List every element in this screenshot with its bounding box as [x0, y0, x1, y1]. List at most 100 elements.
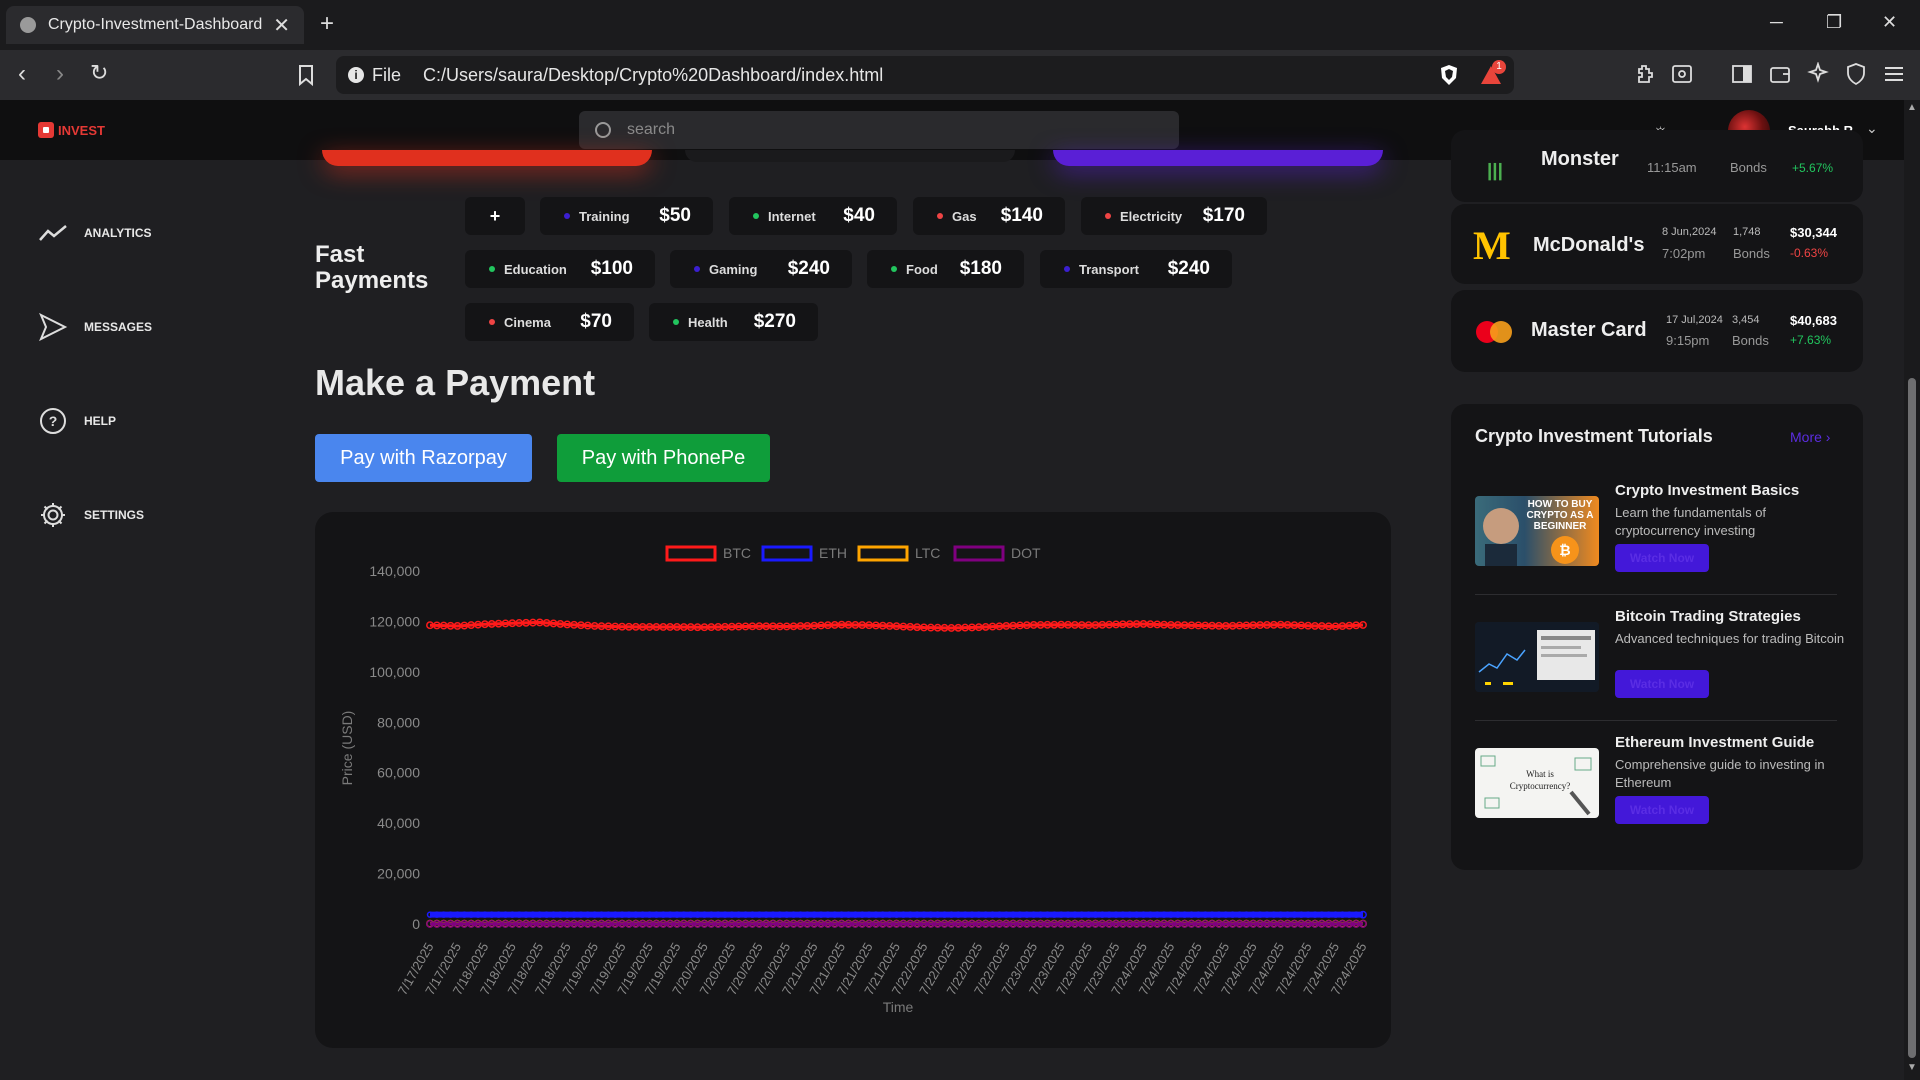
stock-time: 9:15pm: [1666, 333, 1710, 348]
minimize-icon[interactable]: ─: [1770, 12, 1783, 33]
y-tick-label: 100,000: [369, 664, 420, 680]
pay-phonepe-button[interactable]: Pay with PhonePe: [557, 434, 770, 482]
scroll-down-icon[interactable]: ▼: [1907, 1062, 1917, 1073]
y-tick-label: 80,000: [377, 714, 420, 730]
payment-chip-food[interactable]: Food $180: [867, 250, 1024, 288]
screenshot-icon[interactable]: [1670, 62, 1694, 86]
page-scrollbar[interactable]: ▲ ▼: [1904, 100, 1920, 1080]
sidebar-toggle-icon[interactable]: [1730, 62, 1754, 86]
sidebar-item-label: HELP: [84, 414, 117, 428]
chip-dot: [753, 213, 759, 219]
stock-price: $40,683: [1790, 313, 1837, 328]
y-tick-label: 40,000: [377, 815, 420, 831]
chip-name: Health: [688, 314, 728, 330]
chip-name: Gas: [952, 208, 977, 224]
legend-swatch: [761, 545, 813, 562]
payment-chip-internet[interactable]: Internet $40: [729, 197, 897, 235]
mastercard-logo-icon: [1476, 321, 1512, 343]
tutorial-thumbnail[interactable]: What is Cryptocurrency?: [1475, 748, 1599, 818]
tutorial-item[interactable]: What is Cryptocurrency? Ethereum Investm…: [1475, 734, 1837, 834]
chip-dot: [937, 213, 943, 219]
tutorial-thumbnail[interactable]: [1475, 622, 1599, 692]
stock-count: 3,454: [1732, 314, 1760, 326]
payment-chip-training[interactable]: Training $50: [540, 197, 713, 235]
payment-chip-cinema[interactable]: Cinema $70: [465, 303, 634, 341]
stock-card-mastercard[interactable]: Master Card 17 Jul,2024 9:15pm 3,454 Bon…: [1451, 290, 1863, 372]
stock-date: 8 Jun,2024: [1662, 226, 1717, 238]
stock-card-mcdonalds[interactable]: M McDonald's 8 Jun,2024 7:02pm 1,748 Bon…: [1451, 204, 1863, 284]
close-window-icon[interactable]: ✕: [1882, 12, 1897, 33]
extensions-icon[interactable]: [1634, 62, 1658, 86]
watch-now-button[interactable]: Watch Now: [1615, 670, 1709, 698]
wallet-icon[interactable]: [1768, 62, 1792, 86]
legend-swatch: [665, 545, 717, 562]
chip-dot: [673, 319, 679, 325]
y-tick-label: 60,000: [377, 765, 420, 781]
y-tick-label: 120,000: [369, 613, 420, 629]
tutorial-item[interactable]: Bitcoin Trading Strategies Advanced tech…: [1475, 608, 1844, 708]
stock-time: 11:15am: [1647, 160, 1697, 175]
leo-ai-icon[interactable]: [1806, 62, 1830, 86]
vpn-shield-icon[interactable]: [1844, 62, 1868, 86]
sidebar-item-analytics[interactable]: ANALYTICS: [38, 218, 152, 248]
y-tick-label: 140,000: [369, 563, 420, 579]
logo[interactable]: INVEST: [38, 122, 105, 138]
close-tab-icon[interactable]: ✕: [273, 13, 290, 38]
search-icon: [595, 122, 611, 138]
payment-chip-gas[interactable]: Gas $140: [913, 197, 1065, 235]
chevron-down-icon[interactable]: ⌄: [1866, 120, 1878, 137]
sidebar-item-messages[interactable]: MESSAGES: [38, 312, 152, 342]
more-link[interactable]: More ›: [1790, 429, 1830, 445]
chip-amount: $50: [659, 205, 691, 226]
url-text[interactable]: C:/Users/saura/Desktop/Crypto%20Dashboar…: [423, 65, 883, 86]
info-icon[interactable]: i: [348, 67, 364, 83]
chip-amount: $40: [843, 205, 875, 226]
browser-tab[interactable]: Crypto-Investment-Dashboard ✕: [6, 6, 304, 44]
tab-title: Crypto-Investment-Dashboard: [48, 16, 263, 33]
search-bar[interactable]: [579, 111, 1179, 149]
tutorial-title: Crypto Investment Basics: [1615, 482, 1800, 499]
chip-name: Internet: [768, 208, 816, 224]
chip-dot: [489, 266, 495, 272]
add-payment-button[interactable]: +: [465, 197, 525, 235]
bookmark-icon[interactable]: [294, 63, 318, 87]
watch-now-button[interactable]: Watch Now: [1615, 796, 1709, 824]
stock-card-monster[interactable]: ꟾꟾꟾ Monster 11:15am Bonds +5.67%: [1451, 130, 1863, 202]
reload-icon[interactable]: ↻: [90, 60, 108, 86]
menu-icon[interactable]: [1882, 62, 1906, 86]
maximize-icon[interactable]: ❐: [1826, 12, 1842, 33]
back-icon[interactable]: ‹: [18, 60, 26, 88]
brave-shield-icon[interactable]: [1438, 64, 1460, 86]
legend-label: BTC: [723, 545, 751, 561]
y-tick-label: 0: [412, 916, 420, 932]
url-field[interactable]: i File C:/Users/saura/Desktop/Crypto%20D…: [336, 56, 1514, 94]
scroll-up-icon[interactable]: ▲: [1907, 102, 1917, 113]
stock-price: $30,344: [1790, 225, 1837, 240]
stock-type: Bonds: [1732, 333, 1769, 348]
legend-label: DOT: [1011, 545, 1041, 561]
watch-now-button[interactable]: Watch Now: [1615, 544, 1709, 572]
payment-chip-gaming[interactable]: Gaming $240: [670, 250, 852, 288]
tutorial-thumbnail[interactable]: ₿ HOW TO BUY CRYPTO AS A BEGINNER: [1475, 496, 1599, 566]
price-chart: 140,000 120,000 100,000 80,000 60,000 40,000 2…: [339, 545, 1370, 1015]
new-tab-button[interactable]: +: [320, 10, 334, 38]
legend-label: ETH: [819, 545, 847, 561]
scrollbar-thumb[interactable]: [1908, 378, 1916, 1058]
pay-razorpay-button[interactable]: Pay with Razorpay: [315, 434, 532, 482]
stock-time: 7:02pm: [1662, 246, 1706, 261]
help-icon: ?: [40, 408, 66, 434]
thumbnail-text: HOW TO BUY CRYPTO AS A BEGINNER: [1526, 499, 1594, 532]
payment-chip-education[interactable]: Education $100: [465, 250, 655, 288]
chip-amount: $240: [1167, 258, 1210, 279]
payment-chip-electricity[interactable]: Electricity $170: [1081, 197, 1267, 235]
make-payment-title: Make a Payment: [315, 362, 596, 403]
search-input[interactable]: [625, 120, 1169, 140]
payment-chip-transport[interactable]: Transport $240: [1040, 250, 1232, 288]
sidebar-item-settings[interactable]: SETTINGS: [38, 500, 144, 530]
forward-icon[interactable]: ›: [56, 60, 64, 88]
tutorial-item[interactable]: ₿ HOW TO BUY CRYPTO AS A BEGINNER Crypto…: [1475, 482, 1837, 582]
payment-chip-health[interactable]: Health $270: [649, 303, 818, 341]
chip-name: Food: [906, 261, 938, 277]
sidebar-item-help[interactable]: ? HELP: [38, 406, 116, 436]
divider: [1475, 720, 1837, 721]
